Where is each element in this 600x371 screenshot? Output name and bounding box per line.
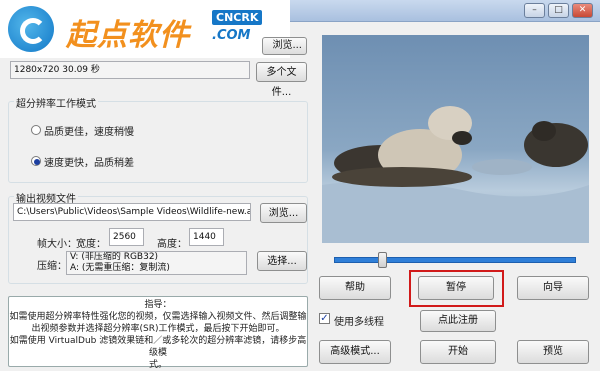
multithread-checkbox[interactable]: ✓ — [319, 313, 330, 324]
browse-output-button[interactable]: 浏览... — [260, 203, 307, 223]
width-field[interactable]: 2560 — [109, 228, 144, 246]
close-button[interactable]: ✕ — [572, 3, 593, 18]
sr-mode-group-label: 超分辨率工作模式 — [14, 95, 98, 110]
minimize-icon: – — [532, 5, 537, 15]
maximize-icon: □ — [554, 5, 563, 15]
radio-quality[interactable] — [31, 125, 41, 135]
logo-text: 起点软件 — [66, 18, 190, 53]
radio-speed[interactable] — [31, 156, 41, 166]
logo-circle-icon — [8, 6, 54, 52]
radio-speed-label[interactable]: 速度更快，品质稍差 — [44, 154, 134, 169]
maximize-button[interactable]: □ — [548, 3, 569, 18]
close-icon: ✕ — [578, 5, 587, 15]
logo-domain: .COM — [212, 28, 251, 43]
video-frame-image — [322, 35, 589, 243]
advanced-mode-button[interactable]: 高级模式... — [319, 340, 391, 364]
input-info-field: 1280x720 30.09 秒 — [10, 61, 250, 79]
wizard-button[interactable]: 向导 — [517, 276, 589, 300]
register-button[interactable]: 点此注册 — [420, 310, 496, 332]
radio-quality-label[interactable]: 品质更佳，速度稍慢 — [44, 123, 134, 138]
seek-thumb[interactable] — [378, 252, 388, 268]
width-label: 宽度： — [76, 239, 106, 250]
seek-track[interactable] — [334, 257, 576, 263]
multithread-label[interactable]: 使用多线程 — [334, 313, 384, 328]
frame-size-label: 帧大小： — [37, 239, 77, 250]
compress-audio-text: A: (无需重压缩：复制流) — [70, 263, 170, 273]
guide-line-1: 如需使用超分辨率特性强化您的视频，仅需选择输入视频文件、然后调整输 — [9, 312, 307, 322]
compress-label: 压缩： — [37, 261, 67, 272]
compress-video-text: V: (非压缩的 RGB32) — [70, 252, 159, 262]
watermark-logo: 起点软件 CNCRK .COM — [0, 0, 290, 58]
preview-button[interactable]: 预览 — [517, 340, 589, 364]
guide-box: 指导： 如需使用超分辨率特性强化您的视频，仅需选择输入视频文件、然后调整输 出视… — [8, 296, 308, 370]
height-label: 高度： — [157, 239, 187, 250]
height-field[interactable]: 1440 — [189, 228, 224, 246]
start-button[interactable]: 开始 — [420, 340, 496, 364]
guide-line-3: 如需使用 VirtualDub 滤镜效果链和／或多轮次的超分辨率滤镜，请移步高级… — [9, 336, 307, 358]
guide-line-4: 式。 — [148, 360, 167, 370]
checkmark-icon: ✓ — [320, 313, 329, 324]
guide-line-2: 出视频参数并选择超分辨率(SR)工作模式，最后按下开始即可。 — [31, 324, 285, 334]
pause-button[interactable]: 暂停 — [418, 276, 494, 300]
minimize-button[interactable]: – — [524, 3, 545, 18]
compress-info-field: V: (非压缩的 RGB32) A: (无需重压缩：复制流) — [66, 251, 247, 275]
help-button[interactable]: 帮助 — [319, 276, 391, 300]
browse-input-button[interactable]: 浏览... — [262, 37, 307, 55]
sr-mode-group — [8, 101, 308, 183]
guide-title: 指导： — [144, 300, 172, 310]
choose-compression-button[interactable]: 选择... — [257, 251, 307, 271]
multiple-files-button[interactable]: 多个文件... — [256, 62, 307, 98]
output-path-field[interactable]: C:\Users\Public\Videos\Sample Videos\Wil… — [13, 203, 251, 221]
logo-brand: CNCRK — [212, 10, 263, 25]
video-preview — [322, 35, 589, 243]
